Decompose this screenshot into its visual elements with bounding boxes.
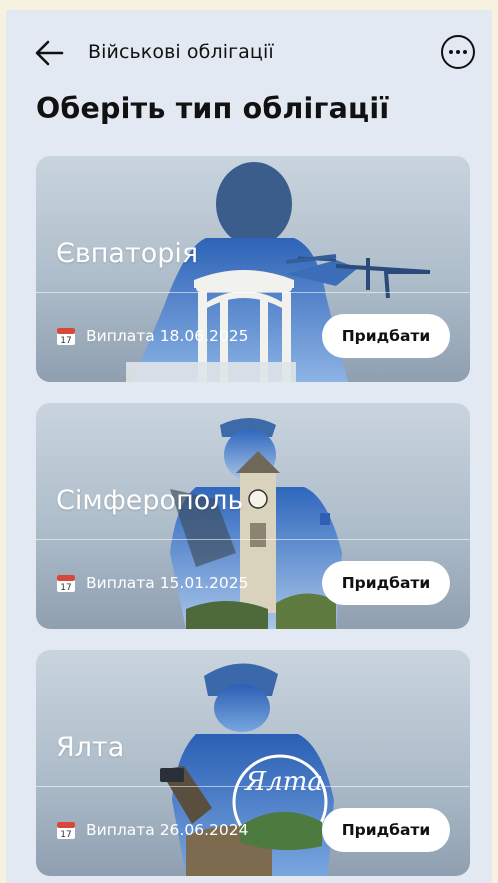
more-button[interactable] <box>441 35 475 69</box>
card-city-title: Сімферополь <box>56 485 244 516</box>
buy-button[interactable]: Придбати <box>322 808 450 852</box>
svg-text:17: 17 <box>60 830 71 840</box>
page-title: Оберіть тип облігації <box>36 92 390 125</box>
bond-card-yalta[interactable]: Ялта Ялта 17 Виплата 26.06.2024 Придбати <box>36 650 470 876</box>
bond-card-yevpatoria[interactable]: Євпаторія 17 Виплата 18.06.2025 Придбати <box>36 156 470 382</box>
card-city-title: Ялта <box>56 732 125 763</box>
bond-card-simferopol[interactable]: Сімферополь 17 Виплата 15.01.2025 Придба… <box>36 403 470 629</box>
card-divider <box>36 292 470 293</box>
payout-date: Виплата 18.06.2025 <box>86 327 249 345</box>
header: Військові облігації <box>6 10 492 90</box>
payout-date: Виплата 15.01.2025 <box>86 574 249 592</box>
calendar-17-icon: 17 <box>57 575 75 593</box>
card-divider <box>36 539 470 540</box>
header-title: Військові облігації <box>88 41 274 63</box>
payout-info: 17 Виплата 26.06.2024 <box>56 820 248 840</box>
calendar-17-icon: 17 <box>57 328 75 346</box>
payout-info: 17 Виплата 15.01.2025 <box>56 573 248 593</box>
arrow-left-icon <box>35 40 64 66</box>
card-divider <box>36 786 470 787</box>
payout-date: Виплата 26.06.2024 <box>86 821 249 839</box>
svg-text:17: 17 <box>60 336 71 346</box>
buy-button[interactable]: Придбати <box>322 314 450 358</box>
app-screen: Військові облігації Оберіть тип облігаці… <box>6 10 492 883</box>
payout-info: 17 Виплата 18.06.2025 <box>56 326 248 346</box>
buy-button[interactable]: Придбати <box>322 561 450 605</box>
more-horizontal-icon <box>449 50 453 54</box>
svg-text:17: 17 <box>60 583 71 593</box>
calendar-17-icon: 17 <box>57 822 75 840</box>
yalta-logo-text: Ялта <box>244 767 323 797</box>
back-button[interactable] <box>32 38 66 68</box>
card-city-title: Євпаторія <box>56 238 199 269</box>
